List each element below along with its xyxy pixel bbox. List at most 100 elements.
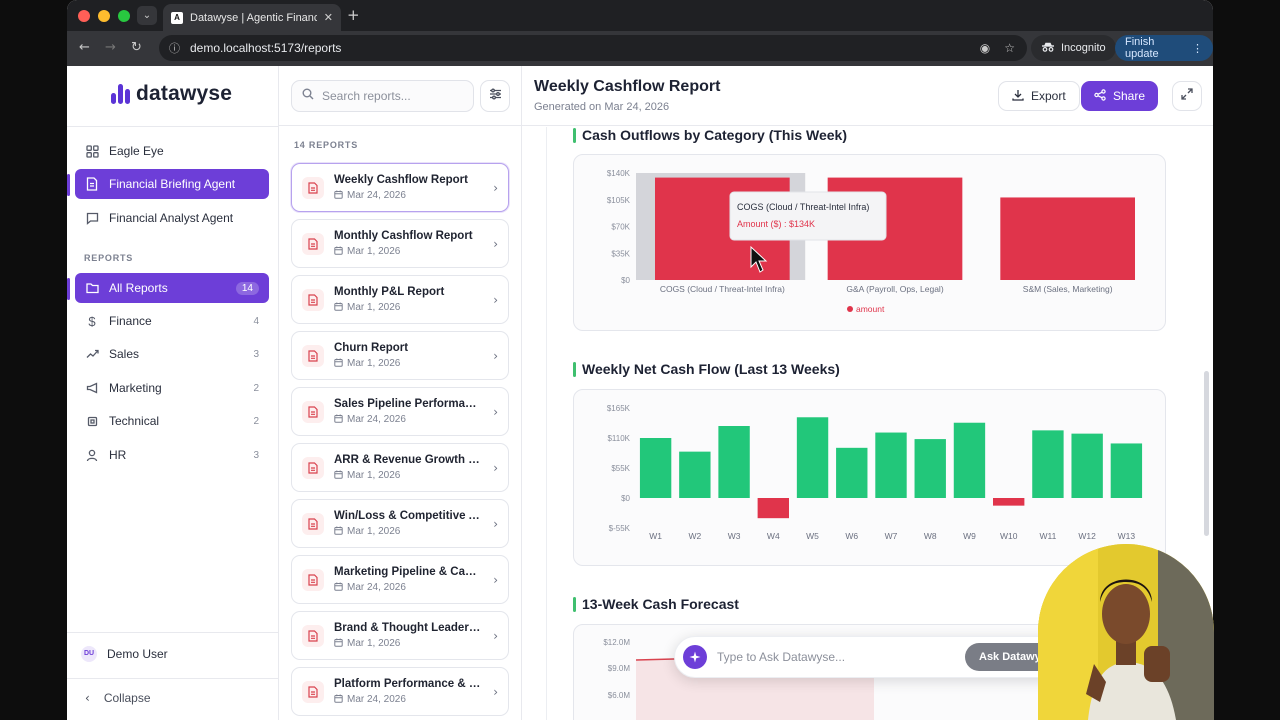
scrollbar[interactable]: [1204, 371, 1209, 536]
search-input[interactable]: [322, 89, 462, 103]
report-card[interactable]: ARR & Revenue Growth Re... Mar 1, 2026 ›: [291, 443, 509, 492]
sidebar-item-label: Technical: [109, 414, 160, 428]
y-tick-label: $9.0M: [608, 664, 631, 673]
bar: [639, 438, 672, 498]
bar: [953, 422, 986, 498]
brand-logo[interactable]: datawyse: [111, 82, 232, 106]
report-card[interactable]: Sales Pipeline Performanc... Mar 24, 2026…: [291, 387, 509, 436]
bar: [757, 498, 789, 519]
section-title-net-cash-flow: Weekly Net Cash Flow (Last 13 Weeks): [573, 361, 840, 377]
report-card[interactable]: Monthly P&L Report Mar 1, 2026 ›: [291, 275, 509, 324]
section-title-outflows: Cash Outflows by Category (This Week): [573, 127, 847, 143]
expand-button[interactable]: [1172, 81, 1202, 111]
collapse-button[interactable]: ‹ Collapse: [85, 691, 151, 705]
chevron-right-icon: ›: [493, 628, 498, 643]
calendar-icon: [334, 190, 343, 202]
bar: [993, 498, 1025, 506]
report-date: Mar 24, 2026: [347, 190, 406, 201]
active-indicator: [67, 278, 70, 300]
document-icon: [302, 344, 324, 367]
bar: [718, 426, 750, 498]
sidebar-item-marketing[interactable]: Marketing 2: [75, 373, 269, 403]
report-card[interactable]: Brand & Thought Leaders... Mar 1, 2026 ›: [291, 611, 509, 660]
report-title: Monthly Cashflow Report: [334, 229, 473, 242]
more-icon: ⋮: [1192, 42, 1203, 55]
back-icon[interactable]: ←: [79, 40, 90, 55]
sidebar-item-financial-briefing-agent[interactable]: Financial Briefing Agent: [75, 169, 269, 199]
y-tick-label: $0: [621, 276, 630, 285]
report-card[interactable]: Weekly Cashflow Report Mar 24, 2026 ›: [291, 163, 509, 212]
close-window-button[interactable]: [78, 10, 90, 22]
legend-label: amount: [856, 304, 885, 314]
report-title: Marketing Pipeline & Cam...: [334, 565, 484, 578]
x-tick-label: W6: [845, 531, 858, 541]
reload-icon[interactable]: ↻: [131, 40, 142, 55]
tracking-protection-icon[interactable]: ◉: [980, 41, 990, 55]
bar: [875, 432, 907, 498]
net-cash-flow-bar-chart[interactable]: $-55K $0 $55K $110K $165K W1 W2 W3 W4 W5 W6 W7 W8 W9 W…: [574, 390, 1167, 567]
sidebar-item-sales[interactable]: Sales 3: [75, 339, 269, 369]
sidebar-item-technical[interactable]: Technical 2: [75, 406, 269, 436]
sidebar-item-hr[interactable]: HR 3: [75, 440, 269, 470]
report-card[interactable]: Platform Performance & R... Mar 24, 2026 ›: [291, 667, 509, 716]
chevron-right-icon: ›: [493, 404, 498, 419]
search-box[interactable]: [291, 80, 474, 112]
bar: [1000, 197, 1136, 280]
sidebar-item-all-reports[interactable]: All Reports 14: [75, 273, 269, 303]
bookmark-star-icon[interactable]: ☆: [1004, 41, 1015, 55]
x-tick-label: W2: [688, 531, 701, 541]
report-title: ARR & Revenue Growth Re...: [334, 453, 484, 466]
favicon-icon: A: [171, 11, 183, 24]
report-card[interactable]: Churn Report Mar 1, 2026 ›: [291, 331, 509, 380]
page-subtitle: Generated on Mar 24, 2026: [534, 101, 670, 113]
incognito-label: Incognito: [1061, 42, 1106, 54]
share-button[interactable]: Share: [1081, 81, 1159, 111]
ask-input[interactable]: [717, 650, 955, 664]
y-tick-label: $105K: [607, 196, 631, 205]
user-menu[interactable]: DU Demo User: [81, 646, 168, 662]
filter-button[interactable]: [480, 80, 510, 112]
report-card[interactable]: Win/Loss & Competitive A... Mar 1, 2026 ›: [291, 499, 509, 548]
section-title-forecast: 13-Week Cash Forecast: [573, 596, 739, 612]
share-label: Share: [1113, 89, 1146, 103]
close-tab-icon[interactable]: ✕: [324, 11, 333, 24]
tab-search-icon[interactable]: ⌄: [137, 6, 157, 25]
x-tick-label: W9: [963, 531, 976, 541]
browser-tab[interactable]: A Datawyse | Agentic Financial ✕: [163, 4, 341, 31]
sparkle-icon: [683, 645, 707, 669]
forward-icon[interactable]: →: [105, 40, 116, 55]
sidebar-item-eagle-eye[interactable]: Eagle Eye: [75, 136, 269, 166]
report-card[interactable]: Marketing Pipeline & Cam... Mar 24, 2026 ›: [291, 555, 509, 604]
minimize-window-button[interactable]: [98, 10, 110, 22]
x-tick-label: W13: [1118, 531, 1136, 541]
browser-toolbar: ← → ↻ ⓘ demo.localhost:5173/reports ◉ ☆ …: [67, 31, 1213, 66]
active-indicator: [67, 174, 70, 196]
outflows-bar-chart[interactable]: $0 $35K $70K $105K $140K COGS (Cloud / Threat…: [574, 155, 1167, 332]
sidebar-item-financial-analyst-agent[interactable]: Financial Analyst Agent: [75, 203, 269, 233]
address-bar[interactable]: ⓘ demo.localhost:5173/reports ◉ ☆: [159, 35, 1027, 61]
report-date: Mar 24, 2026: [347, 694, 406, 705]
site-info-icon[interactable]: ⓘ: [169, 40, 180, 56]
ask-datawyse-bar: Ask Datawyse: [674, 636, 1074, 678]
chip-icon: [85, 414, 99, 428]
bar: [679, 451, 711, 498]
export-button[interactable]: Export: [998, 81, 1080, 111]
new-tab-icon[interactable]: +: [347, 6, 360, 24]
report-date: Mar 24, 2026: [347, 582, 406, 593]
calendar-icon: [334, 582, 343, 594]
chevron-right-icon: ›: [493, 516, 498, 531]
y-tick-label: $12.0M: [603, 638, 630, 647]
dollar-icon: $: [88, 313, 96, 329]
trend-icon: [85, 347, 99, 361]
report-card[interactable]: Monthly Cashflow Report Mar 1, 2026 ›: [291, 219, 509, 268]
sidebar: datawyse Eagle Eye Financial Briefing Ag…: [67, 66, 279, 720]
count-badge: 2: [253, 382, 259, 394]
finish-update-button[interactable]: Finish update ⋮: [1115, 35, 1213, 61]
y-tick-label: $140K: [607, 169, 631, 178]
sidebar-item-label: Marketing: [109, 381, 162, 395]
calendar-icon: [334, 470, 343, 482]
sidebar-item-finance[interactable]: $ Finance 4: [75, 306, 269, 336]
url-text: demo.localhost:5173/reports: [190, 41, 342, 55]
incognito-indicator[interactable]: Incognito: [1031, 35, 1116, 61]
maximize-window-button[interactable]: [118, 10, 130, 22]
